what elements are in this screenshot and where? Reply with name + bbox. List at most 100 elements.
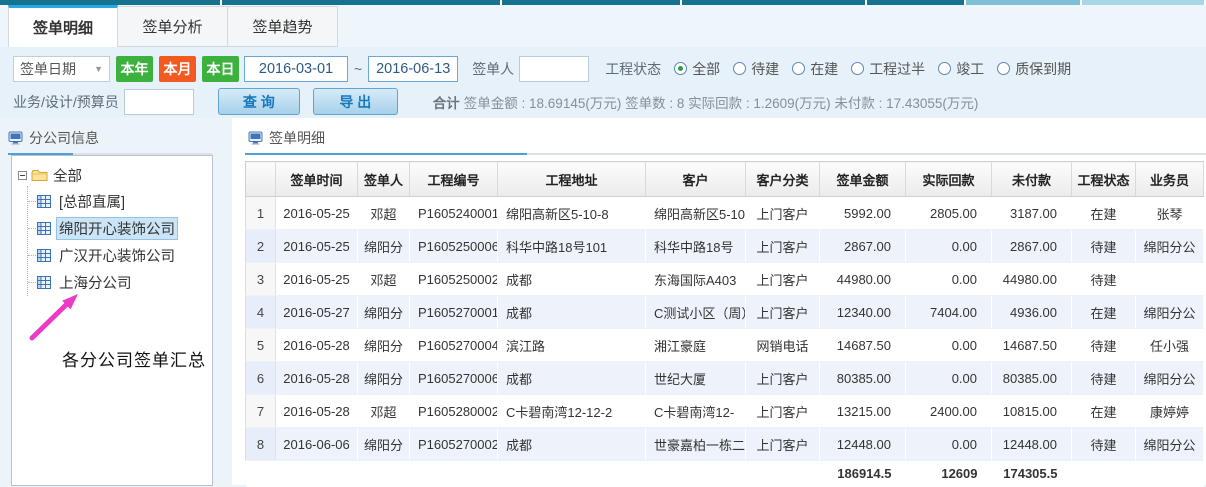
cell-sign-amount: 5992.00	[820, 197, 906, 230]
status-radio-4[interactable]: 竣工	[938, 59, 984, 79]
table-row[interactable]: 12016-05-25邓超P1605240001绵阳高新区5-10-8绵阳高新区…	[246, 197, 1204, 230]
cell-paid-amount: 2400.00	[906, 395, 992, 428]
cell-salesperson: 绵阳分公	[1136, 230, 1204, 263]
radio-icon	[851, 62, 864, 75]
total-sign-date	[276, 461, 358, 487]
date-range-separator: ~	[354, 61, 362, 77]
cell-project-status: 待建	[1072, 362, 1136, 395]
cell-customer: C卡碧南湾12-	[646, 395, 746, 428]
cell-sign-amount: 12448.00	[820, 428, 906, 461]
status-radio-label: 全部	[692, 59, 720, 79]
staff-input[interactable]	[124, 89, 194, 115]
signer-label: 签单人	[472, 59, 514, 79]
table-header-row: 签单时间签单人工程编号工程地址客户客户分类签单金额实际回款未付款工程状态业务员	[246, 162, 1204, 197]
monitor-icon	[8, 131, 23, 145]
tab-order-trend[interactable]: 签单趋势	[228, 6, 338, 47]
cell-paid-amount: 0.00	[906, 428, 992, 461]
total-paid-amount: 12609	[906, 461, 992, 487]
tree-item-2[interactable]: 广汉开心装饰公司	[28, 242, 212, 269]
tab-label: 签单明细	[33, 17, 93, 38]
quick-btn-1[interactable]: 本月	[159, 56, 196, 82]
main-panel-header: 签单明细	[248, 126, 1206, 150]
tree-item-label: [总部直属]	[56, 190, 128, 213]
cell-row-index: 2	[246, 230, 276, 263]
total-salesperson	[1136, 461, 1204, 487]
sidebar-title: 分公司信息	[29, 128, 99, 148]
table-totals-row: 186914.512609174305.5	[246, 461, 1204, 487]
tab-order-detail[interactable]: 签单明细	[8, 5, 118, 47]
cell-paid-amount: 0.00	[906, 263, 992, 296]
cell-customer: 绵阳高新区5-10-	[646, 197, 746, 230]
cell-salesperson: 任小强	[1136, 329, 1204, 362]
date-field-select[interactable]: 签单日期 ▼	[13, 56, 110, 82]
tree-item-label: 广汉开心装饰公司	[56, 244, 178, 267]
tree-root-label: 全部	[53, 165, 82, 186]
cell-sign-amount: 44980.00	[820, 263, 906, 296]
table-row[interactable]: 62016-05-28绵阳分P1605270006成都世纪大厦上门客户80385…	[246, 362, 1204, 395]
cell-paid-amount: 0.00	[906, 329, 992, 362]
cell-unpaid-amount: 2867.00	[992, 230, 1072, 263]
cell-signer: 绵阳分	[358, 428, 410, 461]
radio-icon	[733, 62, 746, 75]
col-header-salesperson: 业务员	[1136, 162, 1204, 197]
tree-item-0[interactable]: [总部直属]	[28, 188, 212, 215]
order-table: 签单时间签单人工程编号工程地址客户客户分类签单金额实际回款未付款工程状态业务员 …	[245, 161, 1204, 487]
table-row[interactable]: 42016-05-27绵阳分P1605270001成都C测试小区（周）上门客户1…	[246, 296, 1204, 329]
signer-input[interactable]	[519, 56, 589, 82]
cell-salesperson: 绵阳分公	[1136, 296, 1204, 329]
tab-order-analysis[interactable]: 签单分析	[118, 6, 228, 47]
quick-btn-2[interactable]: 本日	[202, 56, 239, 82]
status-radio-3[interactable]: 工程过半	[851, 59, 925, 79]
query-button[interactable]: 查 询	[218, 88, 300, 115]
cell-salesperson: 绵阳分公	[1136, 428, 1204, 461]
col-header-sign-amount: 签单金额	[820, 162, 906, 197]
cell-signer: 绵阳分	[358, 329, 410, 362]
status-radio-label: 在建	[810, 59, 838, 79]
total-project-address	[498, 461, 646, 487]
cell-project-no: P1605270002	[410, 428, 498, 461]
tree-root-all[interactable]: 全部	[18, 165, 212, 186]
status-radio-0[interactable]: 全部	[674, 59, 720, 79]
col-header-paid-amount: 实际回款	[906, 162, 992, 197]
table-row[interactable]: 72016-05-28邓超P1605280002C卡碧南湾12-12-2C卡碧南…	[246, 395, 1204, 428]
cell-sign-date: 2016-05-27	[276, 296, 358, 329]
table-row[interactable]: 22016-05-25绵阳分P1605250006科华中路18号101科华中路1…	[246, 230, 1204, 263]
table-row[interactable]: 52016-05-28绵阳分P1605270004滨江路湘江豪庭网销电话1468…	[246, 329, 1204, 362]
col-header-unpaid-amount: 未付款	[992, 162, 1072, 197]
cell-signer: 邓超	[358, 197, 410, 230]
table-row[interactable]: 32016-05-25邓超P1605250002成都东海国际A403上门客户44…	[246, 263, 1204, 296]
table-row[interactable]: 82016-06-06绵阳分P1605270002成都世豪嘉柏一栋二上门客户12…	[246, 428, 1204, 461]
total-row-index	[246, 461, 276, 487]
tree-children: [总部直属]绵阳开心装饰公司广汉开心装饰公司上海分公司	[27, 186, 212, 296]
quick-btn-0[interactable]: 本年	[116, 56, 153, 82]
date-to-input[interactable]: 2016-06-13	[368, 56, 458, 82]
cell-customer: 科华中路18号	[646, 230, 746, 263]
tree-connector	[28, 228, 36, 229]
cell-sign-amount: 2867.00	[820, 230, 906, 263]
cell-paid-amount: 0.00	[906, 362, 992, 395]
tree-item-1[interactable]: 绵阳开心装饰公司	[28, 215, 212, 242]
tree-collapse-icon[interactable]	[18, 171, 27, 180]
cell-sign-date: 2016-05-28	[276, 395, 358, 428]
cell-unpaid-amount: 4936.00	[992, 296, 1072, 329]
cell-customer-type: 网销电话	[746, 329, 820, 362]
radio-icon	[792, 62, 805, 75]
cell-project-no: P1605270004	[410, 329, 498, 362]
status-radio-1[interactable]: 待建	[733, 59, 779, 79]
total-customer-type	[746, 461, 820, 487]
export-button[interactable]: 导 出	[313, 88, 398, 115]
cell-customer-type: 上门客户	[746, 230, 820, 263]
cell-sign-date: 2016-06-06	[276, 428, 358, 461]
cell-customer: 湘江豪庭	[646, 329, 746, 362]
cell-salesperson: 康婷婷	[1136, 395, 1204, 428]
project-status-label: 工程状态	[605, 59, 661, 79]
status-radio-5[interactable]: 质保到期	[997, 59, 1071, 79]
status-radio-2[interactable]: 在建	[792, 59, 838, 79]
date-from-input[interactable]: 2016-03-01	[244, 56, 348, 82]
chevron-down-icon: ▼	[94, 64, 103, 74]
col-header-project-status: 工程状态	[1072, 162, 1136, 197]
cell-customer: C测试小区（周）	[646, 296, 746, 329]
cell-unpaid-amount: 10815.00	[992, 395, 1072, 428]
cell-sign-amount: 12340.00	[820, 296, 906, 329]
cell-sign-date: 2016-05-25	[276, 263, 358, 296]
